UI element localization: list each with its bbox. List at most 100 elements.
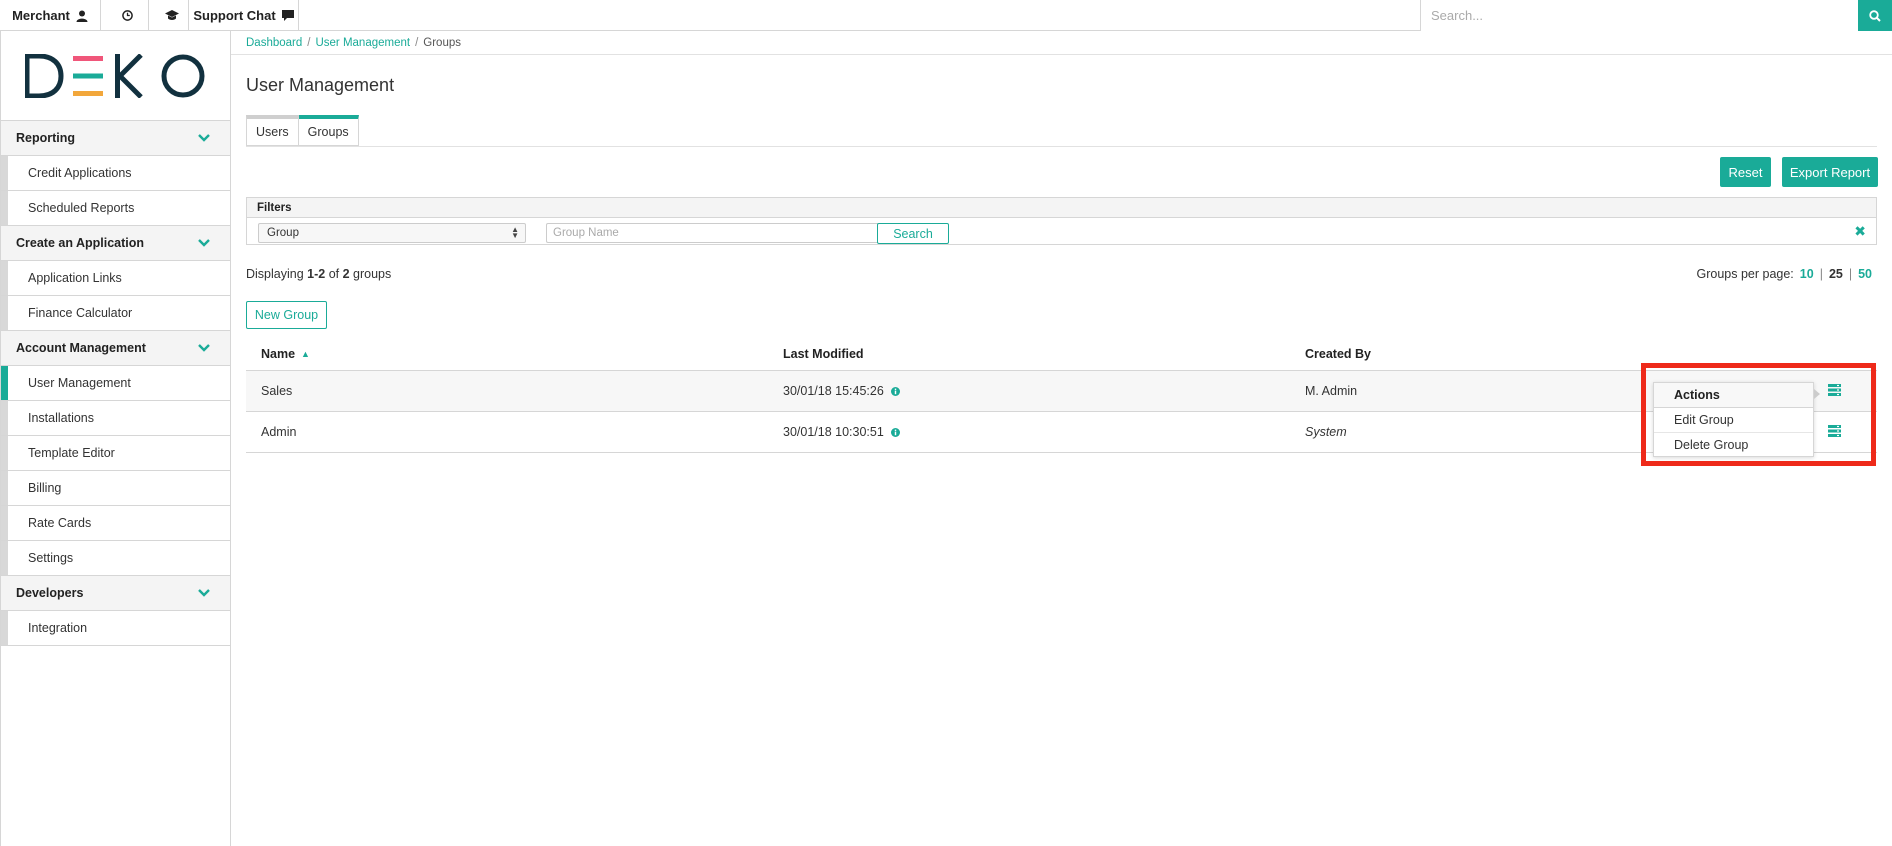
sidebar-item-label: User Management — [28, 376, 131, 390]
row-last-modified: 30/01/18 10:30:51 — [768, 425, 1290, 439]
column-name-label: Name — [261, 347, 296, 361]
sidebar-item-label: Scheduled Reports — [28, 201, 135, 215]
results-summary: Displaying 1-2 of 2 groups — [246, 267, 391, 281]
sidebar: Reporting Credit Applications Scheduled … — [0, 31, 231, 846]
chevron-down-icon — [198, 344, 210, 352]
column-last-modified-header[interactable]: Last Modified — [768, 347, 1290, 361]
displaying-total: 2 — [342, 267, 350, 281]
merchant-menu[interactable]: Merchant — [0, 0, 101, 31]
filter-search-button[interactable]: Search — [877, 223, 949, 244]
per-page-label: Groups per page: — [1696, 267, 1794, 281]
displaying-prefix: Displaying — [246, 267, 308, 281]
select-arrows-icon: ▲ ▼ — [511, 225, 519, 240]
tab-groups[interactable]: Groups — [298, 115, 359, 146]
filters-heading: Filters — [247, 198, 1876, 218]
nav-section-developers[interactable]: Developers — [1, 576, 230, 611]
clear-filters-icon[interactable]: ✖ — [1854, 223, 1866, 240]
filter-type-value: Group — [267, 227, 299, 239]
new-group-button[interactable]: New Group — [246, 301, 327, 329]
page-title: User Management — [246, 75, 395, 95]
row-last-modified: 30/01/18 15:45:26 — [768, 384, 1290, 398]
chevron-down-icon — [198, 134, 210, 142]
sort-ascending-icon: ▲ — [301, 349, 310, 359]
breadcrumb: Dashboard / User Management / Groups — [231, 31, 1892, 55]
sidebar-item-credit-applications[interactable]: Credit Applications — [1, 156, 230, 191]
sidebar-item-billing[interactable]: Billing — [1, 471, 230, 506]
support-chat-label: Support Chat — [193, 8, 276, 23]
displaying-unit: groups — [349, 267, 392, 281]
global-search-button[interactable] — [1858, 0, 1892, 31]
filters-panel: Filters Group ▲▼ Search ✖ — [246, 197, 1877, 245]
graduation-cap-icon — [164, 10, 179, 20]
deko-logo-mark — [25, 53, 205, 98]
info-icon[interactable] — [890, 427, 900, 437]
sidebar-item-label: Integration — [28, 621, 88, 635]
sidebar-item-installations[interactable]: Installations — [1, 401, 230, 436]
reset-button[interactable]: Reset — [1720, 157, 1771, 187]
breadcrumb-user-management[interactable]: User Management — [315, 37, 410, 49]
chevron-down-icon — [198, 589, 210, 597]
per-page-selector: Groups per page: 10 | 25 | 50 — [1696, 267, 1872, 281]
row-last-modified-value: 30/01/18 10:30:51 — [783, 425, 884, 439]
tabs: Users Groups — [246, 115, 359, 146]
sidebar-item-finance-calculator[interactable]: Finance Calculator — [1, 296, 230, 331]
nav-section-label: Reporting — [16, 131, 76, 145]
training-button[interactable] — [149, 0, 189, 31]
sidebar-item-label: Installations — [28, 411, 95, 425]
chevron-down-icon — [198, 239, 210, 247]
search-icon — [1869, 9, 1881, 22]
merchant-label: Merchant — [12, 8, 70, 23]
nav-section-create-application[interactable]: Create an Application — [1, 226, 230, 261]
tab-users[interactable]: Users — [246, 115, 299, 146]
global-search-input[interactable] — [1420, 0, 1858, 31]
sidebar-item-label: Application Links — [28, 271, 122, 285]
tabs-divider — [246, 146, 1877, 147]
user-icon — [76, 10, 88, 22]
nav-section-label: Account Management — [16, 341, 146, 355]
nav-section-label: Developers — [16, 586, 84, 600]
per-page-divider: | — [1848, 267, 1853, 281]
sidebar-item-settings[interactable]: Settings — [1, 541, 230, 576]
export-report-button[interactable]: Export Report — [1782, 157, 1878, 187]
filter-type-select[interactable]: Group ▲ ▼ — [258, 223, 526, 243]
per-page-option-50[interactable]: 50 — [1858, 267, 1872, 281]
table-row: Sales 30/01/18 15:45:26 M. Admin — [246, 371, 1877, 412]
per-page-option-25[interactable]: 25 — [1829, 267, 1843, 281]
table-header: Name ▲ Last Modified Created By — [246, 338, 1877, 371]
sidebar-item-label: Rate Cards — [28, 516, 92, 530]
nav-section-reporting[interactable]: Reporting — [1, 121, 230, 156]
history-button[interactable] — [101, 0, 149, 31]
support-chat-button[interactable]: Support Chat — [189, 0, 299, 31]
sidebar-item-rate-cards[interactable]: Rate Cards — [1, 506, 230, 541]
sidebar-item-user-management[interactable]: User Management — [1, 366, 230, 401]
nav-section-account-management[interactable]: Account Management — [1, 331, 230, 366]
column-created-by-header[interactable]: Created By — [1290, 347, 1877, 361]
deko-logo[interactable] — [1, 31, 230, 121]
clock-icon — [122, 10, 133, 21]
sidebar-item-label: Settings — [28, 551, 74, 565]
sidebar-item-template-editor[interactable]: Template Editor — [1, 436, 230, 471]
row-last-modified-value: 30/01/18 15:45:26 — [783, 384, 884, 398]
info-icon[interactable] — [890, 386, 900, 396]
breadcrumb-current: Groups — [423, 36, 461, 49]
nav-section-label: Create an Application — [16, 236, 145, 250]
chat-bubble-icon — [281, 10, 294, 21]
groups-table: Name ▲ Last Modified Created By Sales 30… — [246, 338, 1877, 453]
row-name: Sales — [261, 384, 293, 398]
per-page-divider: | — [1819, 267, 1823, 281]
column-name-header[interactable]: Name ▲ — [246, 347, 768, 361]
sidebar-item-integration[interactable]: Integration — [1, 611, 230, 646]
row-name: Admin — [261, 425, 297, 439]
sidebar-item-label: Template Editor — [28, 446, 115, 460]
breadcrumb-separator: / — [415, 36, 419, 49]
per-page-option-10[interactable]: 10 — [1800, 267, 1814, 281]
group-name-input[interactable] — [546, 223, 878, 243]
displaying-of: of — [325, 267, 343, 281]
table-row: Admin 30/01/18 10:30:51 System — [246, 412, 1877, 453]
breadcrumb-separator: / — [307, 36, 311, 49]
breadcrumb-dashboard[interactable]: Dashboard — [246, 37, 302, 49]
sidebar-item-scheduled-reports[interactable]: Scheduled Reports — [1, 191, 230, 226]
sidebar-item-application-links[interactable]: Application Links — [1, 261, 230, 296]
highlight-box — [1641, 363, 1876, 466]
sidebar-item-label: Billing — [28, 481, 62, 495]
